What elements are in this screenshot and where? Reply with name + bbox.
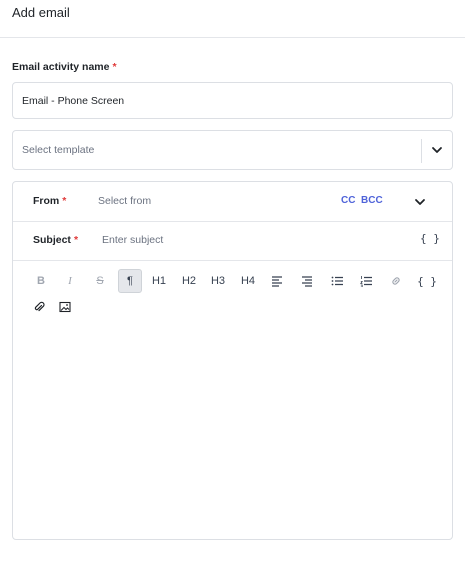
email-name-label-text: Email activity name bbox=[12, 61, 110, 73]
bcc-button[interactable]: BCC bbox=[361, 195, 383, 206]
from-label-text: From bbox=[33, 195, 60, 207]
subject-row: Subject * Enter subject { } bbox=[13, 221, 452, 261]
from-label: From * bbox=[33, 195, 66, 207]
required-asterisk: * bbox=[112, 61, 117, 73]
align-right-button[interactable] bbox=[295, 269, 319, 293]
from-select[interactable]: Select from bbox=[98, 195, 151, 207]
chevron-down-icon[interactable] bbox=[413, 195, 427, 209]
email-composer: From * Select from CC BCC Subject * Enter … bbox=[12, 181, 453, 540]
template-placeholder: Select template bbox=[22, 144, 95, 156]
email-name-input[interactable]: Email - Phone Screen bbox=[12, 82, 453, 119]
template-select[interactable]: Select template bbox=[12, 130, 453, 170]
attachment-button[interactable] bbox=[27, 295, 51, 319]
heading-1-button[interactable]: H1 bbox=[147, 269, 171, 293]
heading-2-button[interactable]: H2 bbox=[177, 269, 201, 293]
subject-input[interactable]: Enter subject bbox=[102, 234, 163, 246]
image-button[interactable] bbox=[53, 295, 77, 319]
select-divider bbox=[421, 139, 422, 163]
heading-4-button[interactable]: H4 bbox=[236, 269, 260, 293]
bold-button[interactable]: B bbox=[29, 269, 53, 293]
insert-variable-button[interactable]: { } bbox=[420, 232, 440, 245]
attachment-icon bbox=[34, 301, 45, 312]
required-asterisk: * bbox=[73, 234, 79, 246]
subject-label-text: Subject bbox=[33, 234, 71, 246]
link-icon bbox=[392, 277, 400, 285]
numbered-list-icon bbox=[360, 276, 372, 287]
align-left-icon bbox=[272, 276, 282, 287]
formatting-toolbar: B I S ¶ H1 H2 H3 H4 { } bbox=[13, 261, 452, 321]
dialog-header: Add email bbox=[0, 0, 465, 38]
image-icon bbox=[59, 301, 71, 313]
chevron-down-icon[interactable] bbox=[430, 143, 444, 157]
strikethrough-button[interactable]: S bbox=[88, 269, 112, 293]
align-right-icon bbox=[302, 276, 312, 287]
email-body-editor[interactable] bbox=[13, 322, 452, 539]
email-name-value: Email - Phone Screen bbox=[22, 95, 125, 107]
paragraph-button[interactable]: ¶ bbox=[118, 269, 142, 293]
align-left-button[interactable] bbox=[265, 269, 289, 293]
bullet-list-button[interactable] bbox=[325, 269, 349, 293]
subject-label: Subject * bbox=[33, 234, 78, 246]
link-button[interactable] bbox=[384, 269, 408, 293]
cc-button[interactable]: CC bbox=[341, 195, 355, 206]
italic-button[interactable]: I bbox=[58, 269, 82, 293]
required-asterisk: * bbox=[62, 195, 67, 207]
from-row: From * Select from CC BCC bbox=[13, 182, 452, 222]
dialog-title: Add email bbox=[12, 5, 70, 20]
email-name-label: Email activity name * bbox=[12, 61, 117, 73]
toolbar-variables-button[interactable]: { } bbox=[415, 269, 439, 293]
heading-3-button[interactable]: H3 bbox=[206, 269, 230, 293]
bullet-list-icon bbox=[331, 276, 343, 286]
numbered-list-button[interactable] bbox=[354, 269, 378, 293]
